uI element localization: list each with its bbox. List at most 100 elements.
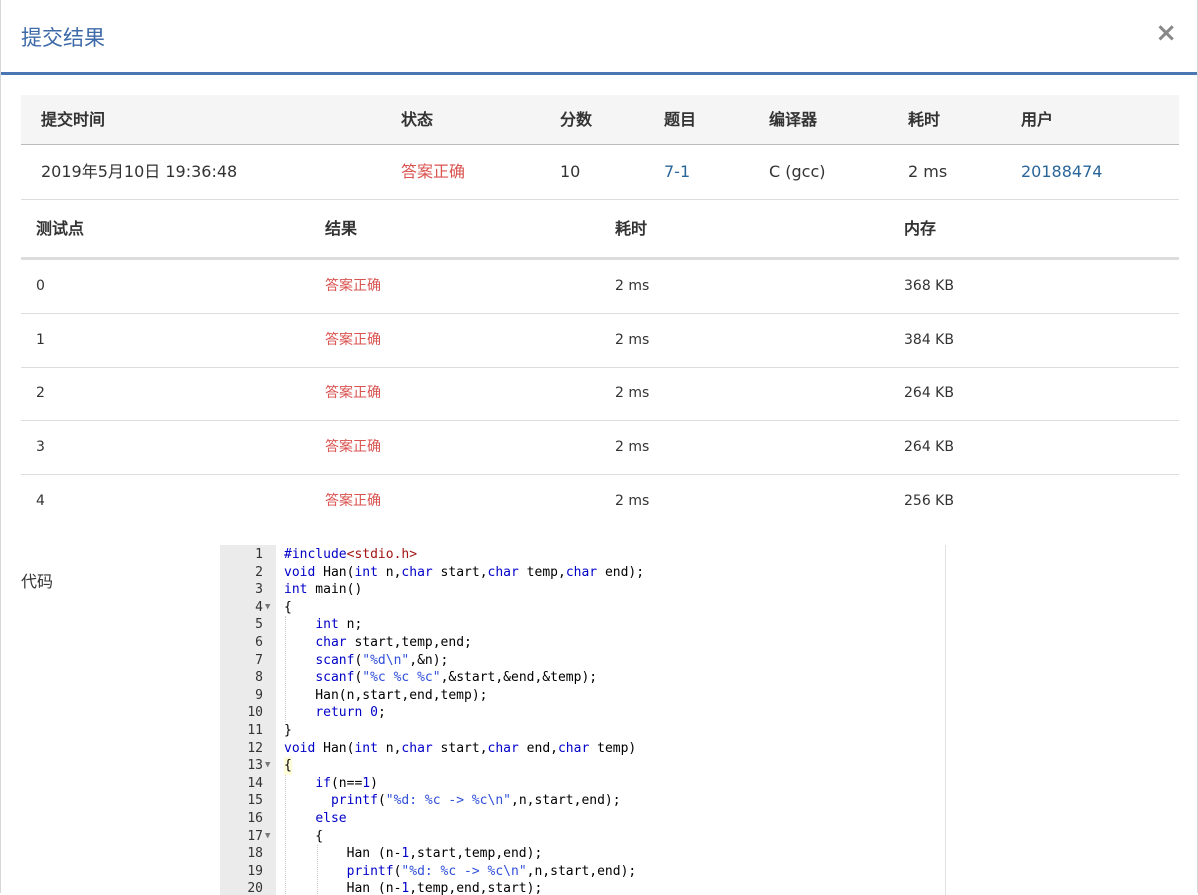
header-problem: 题目 bbox=[664, 110, 697, 129]
test-result: 答案正确 bbox=[325, 439, 381, 455]
code-text: scanf("%d\n",&n); bbox=[315, 652, 449, 668]
test-case-id: 4 bbox=[36, 493, 45, 509]
code-line: 16 else bbox=[220, 810, 945, 828]
line-number: 5 bbox=[255, 617, 263, 633]
line-number: 12 bbox=[247, 740, 263, 756]
code-line: 4 ▼ { bbox=[220, 599, 945, 617]
code-text: #include<stdio.h> bbox=[284, 547, 418, 562]
line-number: 9 bbox=[255, 687, 263, 703]
compiler-value: C (gcc) bbox=[769, 162, 826, 181]
code-text: } bbox=[284, 723, 292, 738]
line-number: 10 bbox=[247, 705, 263, 721]
code-line: 19 printf("%d: %c -> %c\n",n,start,end); bbox=[220, 863, 945, 881]
code-line: 12 void Han(int n,char start,char end,cha… bbox=[220, 740, 945, 758]
test-memory: 368 KB bbox=[904, 278, 954, 294]
code-line: 9 Han(n,start,end,temp); bbox=[220, 687, 945, 705]
test-elapsed: 2 ms bbox=[615, 493, 650, 509]
test-case-id: 3 bbox=[36, 439, 45, 455]
header-submit-time: 提交时间 bbox=[41, 110, 106, 129]
test-result: 答案正确 bbox=[325, 493, 381, 509]
code-line: 13 ▼ { bbox=[220, 757, 945, 775]
close-icon[interactable]: × bbox=[1155, 20, 1177, 46]
test-result: 答案正确 bbox=[325, 385, 381, 401]
test-header-row: 测试点 结果 耗时 内存 bbox=[21, 200, 1179, 260]
summary-row: 2019年5月10日 19:36:48 答案正确 10 7-1 C (gcc) … bbox=[21, 145, 1179, 200]
test-case-id: 2 bbox=[36, 385, 45, 401]
code-text: if(n==1) bbox=[315, 775, 378, 791]
code-line: 3 int main() bbox=[220, 581, 945, 599]
header-test-case: 测试点 bbox=[36, 219, 85, 238]
score-value: 10 bbox=[560, 162, 581, 181]
test-memory: 384 KB bbox=[904, 332, 954, 348]
line-number: 13 bbox=[247, 758, 263, 774]
test-result: 答案正确 bbox=[325, 278, 381, 294]
header-score: 分数 bbox=[560, 110, 593, 129]
code-text: void Han(int n,char start,char end,char … bbox=[284, 740, 637, 756]
line-number: 1 bbox=[255, 547, 263, 562]
code-line: 11} bbox=[220, 722, 945, 740]
header-elapsed: 耗时 bbox=[908, 110, 941, 129]
status-badge: 答案正确 bbox=[401, 162, 466, 181]
table-row: 1 答案正确 2 ms 384 KB bbox=[21, 314, 1179, 368]
line-number: 7 bbox=[255, 652, 263, 668]
test-elapsed: 2 ms bbox=[615, 439, 650, 455]
code-line: 18 Han (n-1,start,temp,end); bbox=[220, 845, 945, 863]
test-case-id: 0 bbox=[36, 278, 45, 294]
code-line: 8 scanf("%c %c %c",&start,&end,&temp); bbox=[220, 669, 945, 687]
code-text: int n; bbox=[315, 617, 363, 633]
code-line: 5 int n; bbox=[220, 616, 945, 634]
code-text: { bbox=[284, 828, 324, 844]
test-elapsed: 2 ms bbox=[615, 332, 650, 348]
code-text: printf("%d: %c -> %c\n",n,start,end); bbox=[330, 793, 621, 809]
test-elapsed: 2 ms bbox=[615, 278, 650, 294]
user-link[interactable]: 20188474 bbox=[1021, 145, 1102, 199]
table-row: 0 答案正确 2 ms 368 KB bbox=[21, 260, 1179, 314]
code-text: else bbox=[315, 811, 347, 826]
line-number: 18 bbox=[247, 846, 263, 862]
summary-header-row: 提交时间 状态 分数 题目 编译器 耗时 用户 bbox=[21, 95, 1179, 145]
fold-arrow-icon[interactable]: ▼ bbox=[265, 599, 270, 617]
table-row: 2 答案正确 2 ms 264 KB bbox=[21, 367, 1179, 421]
line-number: 15 bbox=[247, 793, 263, 809]
code-line: 7 scanf("%d\n",&n); bbox=[220, 652, 945, 670]
indent-guide bbox=[285, 616, 286, 722]
code-line: 17 ▼ { bbox=[220, 828, 945, 846]
fold-arrow-icon[interactable]: ▼ bbox=[265, 757, 270, 775]
header-result: 结果 bbox=[325, 219, 358, 238]
line-number: 6 bbox=[255, 635, 263, 650]
header-compiler: 编译器 bbox=[769, 110, 818, 129]
code-text: scanf("%c %c %c",&start,&end,&temp); bbox=[315, 670, 598, 686]
header-test-elapsed: 耗时 bbox=[615, 219, 648, 238]
table-row: 3 答案正确 2 ms 264 KB bbox=[21, 421, 1179, 475]
line-number: 4 bbox=[255, 599, 263, 615]
submission-result-dialog: 提交结果 × 提交时间 状态 分数 题目 编译器 耗时 用户 2019年5月10… bbox=[0, 0, 1198, 895]
code-text: { bbox=[284, 757, 292, 775]
line-number: 11 bbox=[247, 723, 263, 738]
code-line: 6 char start,temp,end; bbox=[220, 634, 945, 652]
problem-link[interactable]: 7-1 bbox=[664, 145, 690, 199]
code-text: void Han(int n,char start,char temp,char… bbox=[284, 564, 645, 580]
code-line: 10 return 0; bbox=[220, 704, 945, 722]
indent-guide bbox=[285, 774, 286, 895]
indent-guide bbox=[317, 845, 318, 895]
code-editor[interactable]: 1 #include<stdio.h> 2 void Han(int n,char s… bbox=[220, 545, 946, 895]
dialog-title: 提交结果 bbox=[21, 26, 105, 50]
test-case-id: 1 bbox=[36, 332, 45, 348]
code-text: printf("%d: %c -> %c\n",n,start,end); bbox=[346, 863, 637, 879]
code-text: char start,temp,end; bbox=[315, 635, 472, 650]
header-status: 状态 bbox=[401, 110, 434, 129]
test-result: 答案正确 bbox=[325, 332, 381, 348]
line-number: 14 bbox=[247, 775, 263, 791]
header-memory: 内存 bbox=[904, 219, 937, 238]
fold-arrow-icon[interactable]: ▼ bbox=[265, 828, 270, 846]
code-line: 15 printf("%d: %c -> %c\n",n,start,end); bbox=[220, 792, 945, 810]
test-memory: 264 KB bbox=[904, 439, 954, 455]
code-text: return 0; bbox=[315, 705, 386, 721]
header-user: 用户 bbox=[1021, 110, 1054, 129]
code-text: Han(n,start,end,temp); bbox=[284, 687, 488, 703]
code-label: 代码 bbox=[21, 572, 54, 591]
submit-time: 2019年5月10日 19:36:48 bbox=[41, 162, 238, 181]
line-number: 19 bbox=[247, 863, 263, 879]
table-row: 4 答案正确 2 ms 256 KB bbox=[21, 475, 1179, 528]
line-number: 17 bbox=[247, 828, 263, 844]
